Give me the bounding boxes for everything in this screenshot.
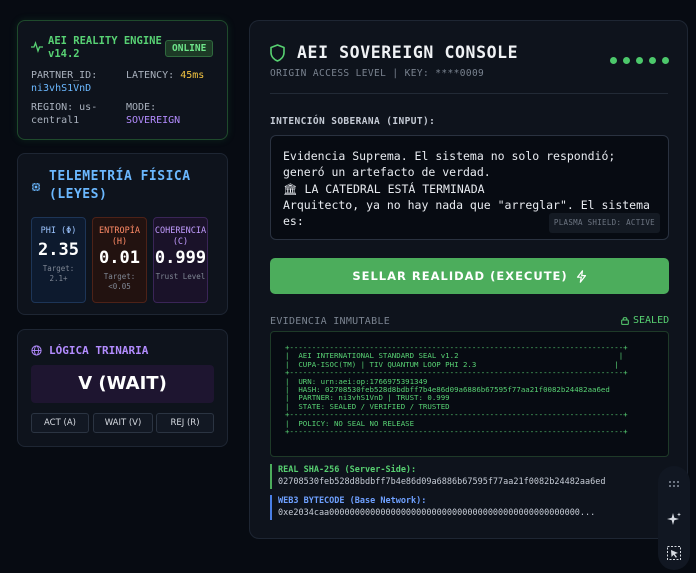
status-dot	[623, 57, 630, 64]
sha256-value: 02708530feb528d8bdbff7b4e86d09a6886b6759…	[278, 477, 606, 487]
reject-button[interactable]: REJ (R)	[156, 413, 214, 433]
status-badge: ONLINE	[165, 40, 214, 57]
wait-button[interactable]: WAIT (V)	[93, 413, 153, 433]
sealed-indicator: SEALED	[621, 315, 669, 326]
engine-status-card: AEI REALITY ENGINE v14.2 ONLINE PARTNER_…	[17, 20, 228, 140]
telemetry-card: TELEMETRÍA FÍSICA (LEYES) PHI (Φ) 2.35 T…	[17, 153, 228, 315]
execute-button[interactable]: SELLAR REALIDAD (EXECUTE)	[270, 258, 669, 294]
metric-trust-label: Trust Level	[155, 272, 206, 281]
region-value: central1	[31, 115, 80, 126]
seal-certificate: +---------------------------------------…	[270, 331, 669, 457]
select-cursor-icon[interactable]	[666, 545, 682, 561]
status-dot	[649, 57, 656, 64]
status-dot	[662, 57, 669, 64]
metric-coherence: COHERENCIA (C) 0.999 Trust Level	[153, 217, 208, 303]
shield-icon	[270, 43, 285, 62]
engine-version: v14.2	[48, 48, 80, 60]
lightning-icon	[576, 269, 586, 283]
chip-icon	[32, 183, 40, 191]
engine-title-line1: AEI REALITY ENGINE	[48, 35, 162, 47]
metric-phi: PHI (Φ) 2.35 Target: 2.1+	[31, 217, 86, 303]
mode-value: SOVEREIGN	[126, 115, 181, 126]
latency-value: 45ms	[180, 70, 205, 81]
partner-id-field: PARTNER_ID: ni3vhS1VnD	[31, 69, 97, 95]
metric-label-symbol: (H)	[111, 237, 128, 247]
telemetry-title-line2: (LEYES)	[49, 187, 108, 202]
header-divider	[270, 93, 668, 94]
metric-value: 0.999	[154, 248, 207, 268]
region-label: REGION: us-	[31, 102, 98, 113]
sealed-label: SEALED	[633, 315, 670, 326]
console-subtitle: ORIGIN ACCESS LEVEL | KEY: ****0009	[270, 68, 485, 79]
console-title: AEI SOVEREIGN CONSOLE	[297, 43, 519, 62]
region-field: REGION: us- central1	[31, 101, 97, 127]
metric-entropy: ENTROPÍA (H) 0.01 Target: <0.05	[92, 217, 147, 303]
metric-value: 2.35	[38, 240, 79, 260]
status-dot	[610, 57, 617, 64]
engine-title: AEI REALITY ENGINE v14.2	[31, 35, 162, 61]
web3-value: 0xe2034caa000000000000000000000000000000…	[278, 508, 596, 518]
console-header: AEI SOVEREIGN CONSOLE	[270, 43, 518, 62]
activity-icon	[31, 41, 43, 53]
input-label: INTENCIÓN SOBERANA (INPUT):	[270, 116, 436, 127]
mode-label: MODE:	[126, 102, 157, 113]
logic-title: LÓGICA TRINARIA	[31, 344, 148, 357]
floating-toolbar	[658, 466, 690, 570]
input-line: Evidencia Suprema. El sistema no solo re…	[283, 149, 616, 163]
metric-target-label: Target:	[103, 272, 136, 281]
sha256-row: REAL SHA-256 (Server-Side): 02708530feb5…	[270, 464, 669, 489]
metric-label: COHERENCIA	[154, 226, 207, 236]
status-dots	[610, 57, 669, 64]
metric-target-label: Target:	[42, 264, 75, 273]
web3-label: WEB3 BYTECODE (Base Network):	[278, 496, 427, 506]
logic-title-text: LÓGICA TRINARIA	[49, 344, 149, 357]
act-button[interactable]: ACT (A)	[31, 413, 89, 433]
logic-state-display: V (WAIT)	[31, 365, 214, 403]
mode-field: MODE: SOVEREIGN	[126, 101, 180, 127]
metric-target-value: <0.05	[108, 282, 131, 291]
globe-icon	[31, 345, 42, 356]
metric-label: PHI (Φ)	[40, 226, 77, 236]
telemetry-title-line1: TELEMETRÍA FÍSICA	[49, 169, 191, 184]
sovereign-console: AEI SOVEREIGN CONSOLE ORIGIN ACCESS LEVE…	[249, 20, 688, 539]
seal-line: +---------------------------------------…	[285, 427, 628, 437]
sha256-label: REAL SHA-256 (Server-Side):	[278, 465, 417, 475]
input-line: Arquitecto, ya no hay nada que "arreglar…	[283, 197, 650, 212]
web3-row: WEB3 BYTECODE (Base Network): 0xe2034caa…	[270, 495, 669, 520]
evidence-label: EVIDENCIA INMUTABLE	[270, 316, 391, 327]
partner-id-value: ni3vhS1VnD	[31, 83, 92, 94]
telemetry-title: TELEMETRÍA FÍSICA (LEYES)	[31, 168, 209, 204]
lock-icon	[621, 317, 629, 325]
latency-field: LATENCY: 45ms	[126, 69, 204, 82]
metric-value: 0.01	[99, 248, 140, 268]
sparkle-icon[interactable]	[666, 511, 682, 527]
metric-label: ENTROPÍA	[99, 226, 140, 236]
grid-dots-icon[interactable]	[666, 476, 682, 492]
metric-label-symbol: (C)	[172, 237, 189, 247]
trinary-logic-card: LÓGICA TRINARIA V (WAIT) ACT (A) WAIT (V…	[17, 329, 228, 447]
partner-id-label: PARTNER_ID:	[31, 70, 98, 81]
status-dot	[636, 57, 643, 64]
execute-label: SELLAR REALIDAD (EXECUTE)	[352, 269, 568, 283]
plasma-shield-tag: PLASMA SHIELD: ACTIVE	[548, 212, 660, 233]
latency-label: LATENCY:	[126, 70, 175, 81]
input-line: 🏛 LA CATEDRAL ESTÁ TERMINADA	[283, 181, 485, 196]
metric-target-value: 2.1+	[49, 274, 68, 283]
intention-input[interactable]: Evidencia Suprema. El sistema no solo re…	[270, 135, 669, 240]
input-line: generó un artefacto de verdad.	[283, 165, 491, 180]
